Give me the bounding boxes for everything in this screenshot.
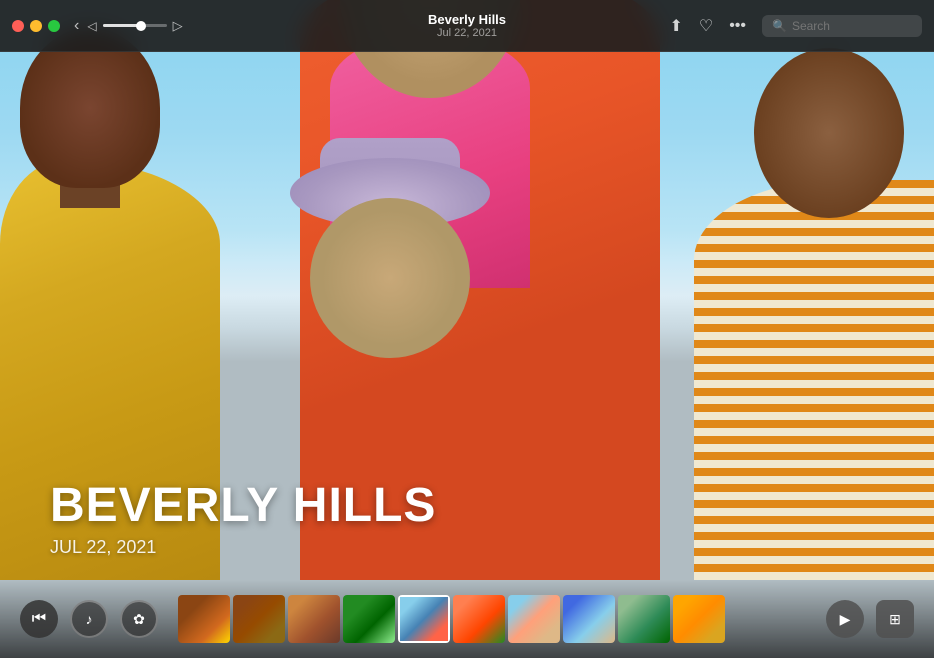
search-bar[interactable]: 🔍 xyxy=(762,15,922,37)
ellipsis-icon: ••• xyxy=(729,17,746,35)
thumbnail-4[interactable] xyxy=(343,595,395,643)
search-icon: 🔍 xyxy=(772,19,787,33)
play-icon: ▶ xyxy=(840,611,851,628)
titlebar: ‹ ◁ ▷ Beverly Hills Jul 22, 2021 ⬆︎ ♡ ••… xyxy=(0,0,934,52)
volume-low-icon: ◁ xyxy=(87,19,96,33)
photo-overlay-text: BEVERLY HILLS JUL 22, 2021 xyxy=(50,480,436,558)
share-icon: ⬆︎ xyxy=(669,16,682,36)
maximize-button[interactable] xyxy=(48,20,60,32)
titlebar-center: Beverly Hills Jul 22, 2021 xyxy=(428,12,506,39)
skip-back-button[interactable]: ⏮ xyxy=(20,600,58,638)
thumbnail-10[interactable] xyxy=(673,595,725,643)
titlebar-actions: ⬆︎ ♡ ••• 🔍 xyxy=(669,15,922,37)
thumbnail-strip xyxy=(178,593,806,645)
grid-view-button[interactable]: ⊞ xyxy=(876,600,914,638)
thumbnail-6[interactable] xyxy=(453,595,505,643)
volume-slider[interactable] xyxy=(103,24,167,27)
close-button[interactable] xyxy=(12,20,24,32)
figure-left-head xyxy=(20,28,160,188)
heart-icon: ♡ xyxy=(699,16,713,36)
minimize-button[interactable] xyxy=(30,20,42,32)
share-button[interactable]: ⬆︎ xyxy=(669,16,682,36)
photo-view: BEVERLY HILLS JUL 22, 2021 ⏮ ♪ ✿ ▶ xyxy=(0,0,934,658)
photo-date: JUL 22, 2021 xyxy=(50,537,436,558)
thumbnail-8[interactable] xyxy=(563,595,615,643)
window-controls xyxy=(12,20,60,32)
photo-title: BEVERLY HILLS xyxy=(50,480,436,533)
photo-figures xyxy=(0,0,934,658)
thumbnail-7[interactable] xyxy=(508,595,560,643)
thumbnail-2[interactable] xyxy=(233,595,285,643)
skip-back-icon: ⏮ xyxy=(32,610,46,628)
music-note-icon: ♪ xyxy=(86,611,93,627)
figure-right-head xyxy=(754,48,904,218)
more-button[interactable]: ••• xyxy=(729,17,746,35)
figure-right-body xyxy=(694,180,934,580)
volume-high-icon: ▷ xyxy=(173,18,183,34)
thumbnail-1[interactable] xyxy=(178,595,230,643)
grid-icon: ⊞ xyxy=(889,611,901,628)
controls-bar: ⏮ ♪ ✿ ▶ ⊞ xyxy=(0,580,934,658)
window-subtitle: Jul 22, 2021 xyxy=(428,27,506,39)
search-input[interactable] xyxy=(792,19,912,33)
play-button[interactable]: ▶ xyxy=(826,600,864,638)
volume-control: ◁ ▷ xyxy=(87,18,182,34)
thumbnail-3[interactable] xyxy=(288,595,340,643)
figure-front-head xyxy=(310,198,470,358)
thumbnail-9[interactable] xyxy=(618,595,670,643)
effects-icon: ✿ xyxy=(133,611,145,628)
thumbnail-5[interactable] xyxy=(398,595,450,643)
music-button[interactable]: ♪ xyxy=(70,600,108,638)
effects-button[interactable]: ✿ xyxy=(120,600,158,638)
favorite-button[interactable]: ♡ xyxy=(699,16,713,36)
window-title: Beverly Hills xyxy=(428,12,506,27)
back-button[interactable]: ‹ xyxy=(74,17,79,35)
